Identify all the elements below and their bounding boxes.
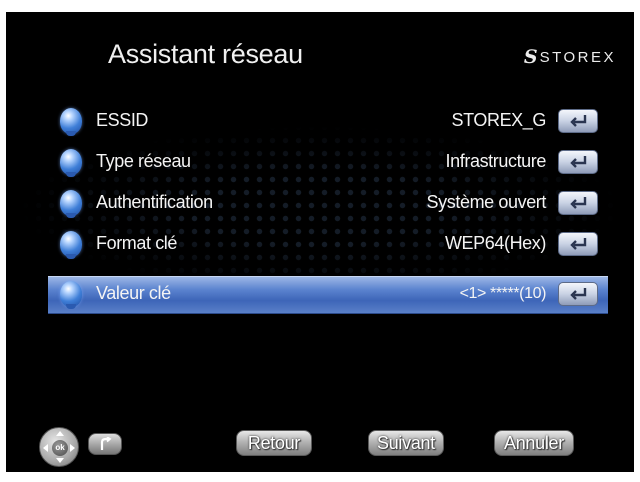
setting-value: <1> *****(10): [459, 285, 547, 302]
setting-label: Authentification: [96, 192, 213, 212]
enter-key-icon[interactable]: [558, 109, 598, 133]
setting-label: Format clé: [96, 233, 178, 253]
bulb-icon: [60, 149, 82, 177]
enter-key-icon[interactable]: [558, 282, 598, 306]
setting-value: STOREX_G: [451, 110, 547, 130]
dpad-left-icon: [43, 444, 48, 452]
dpad-right-icon: [70, 444, 75, 452]
brand-text: STOREX: [539, 48, 616, 66]
suivant-button[interactable]: Suivant: [368, 430, 444, 456]
setting-row-authentification[interactable]: Authentification Système ouvert: [48, 186, 608, 222]
setting-value: Infrastructure: [445, 151, 547, 171]
dpad-icon[interactable]: ok: [39, 427, 79, 467]
bulb-icon: [60, 190, 82, 218]
bulb-icon: [60, 108, 82, 136]
setting-label: Type réseau: [96, 151, 191, 171]
tv-screen: Assistant réseau S STOREX ESSID STOREX_G…: [6, 12, 634, 472]
retour-button[interactable]: Retour: [236, 430, 312, 456]
enter-key-icon[interactable]: [558, 232, 598, 256]
setting-row-essid[interactable]: ESSID STOREX_G: [48, 104, 608, 140]
brand-mark-icon: S: [523, 46, 538, 68]
setting-label: Valeur clé: [96, 283, 171, 303]
dpad-ok-icon: ok: [52, 440, 68, 456]
page-title: Assistant réseau: [108, 39, 303, 69]
bulb-icon: [60, 281, 82, 309]
setting-row-type-reseau[interactable]: Type réseau Infrastructure: [48, 145, 608, 181]
setting-value: Système ouvert: [426, 192, 547, 212]
setting-value: WEP64(Hex): [444, 233, 546, 253]
return-arrow-icon: [100, 437, 112, 450]
enter-key-icon[interactable]: [558, 191, 598, 215]
dpad-up-icon: [56, 431, 64, 436]
bulb-icon: [60, 231, 82, 259]
setting-row-format-cle[interactable]: Format clé WEP64(Hex): [48, 227, 608, 263]
annuler-button[interactable]: Annuler: [494, 430, 574, 456]
dpad-down-icon: [56, 458, 64, 463]
setting-row-valeur-cle[interactable]: Valeur clé <1> *****(10): [48, 276, 608, 314]
return-button[interactable]: [88, 433, 122, 455]
setting-label: ESSID: [96, 110, 149, 130]
brand-logo: S STOREX: [524, 46, 616, 68]
enter-key-icon[interactable]: [558, 150, 598, 174]
